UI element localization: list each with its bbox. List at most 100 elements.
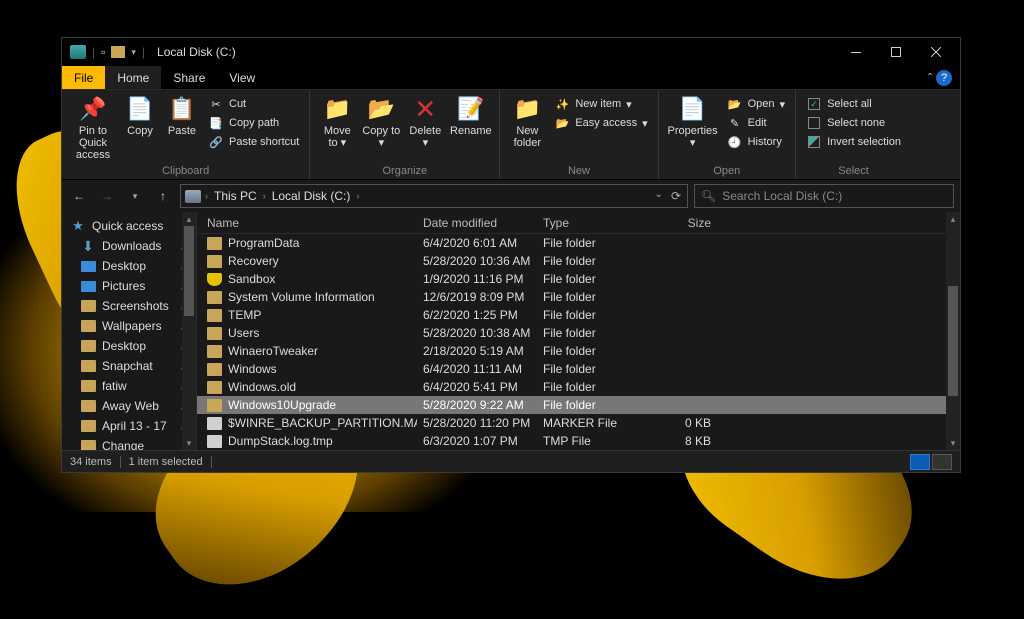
breadcrumb-this-pc[interactable]: This PC — [212, 189, 259, 203]
sidebar-item[interactable]: Wallpapers📍 — [62, 316, 196, 336]
new-folder-button[interactable]: 📁New folder — [506, 93, 548, 151]
easy-access-button[interactable]: 📂Easy access ▾ — [550, 114, 651, 132]
file-date: 12/6/2019 8:09 PM — [417, 290, 537, 304]
table-row[interactable]: ProgramData6/4/2020 6:01 AMFile folder — [197, 234, 960, 252]
refresh-icon[interactable]: ⟳ — [671, 189, 681, 203]
file-date: 5/28/2020 10:38 AM — [417, 326, 537, 340]
paste-shortcut-button[interactable]: 🔗Paste shortcut — [204, 133, 303, 151]
file-name: Recovery — [228, 254, 279, 268]
column-headers[interactable]: Name Date modified Type Size — [197, 212, 960, 234]
delete-button[interactable]: ✕Delete ▾ — [404, 93, 446, 151]
file-list[interactable]: ProgramData6/4/2020 6:01 AMFile folderRe… — [197, 234, 960, 450]
navigation-pane[interactable]: ★ Quick access ⬇Downloads📍Desktop📍Pictur… — [62, 212, 197, 450]
sidebar-quick-access[interactable]: ★ Quick access — [62, 216, 196, 236]
cut-button[interactable]: ✂Cut — [204, 95, 303, 113]
select-none-icon — [806, 115, 822, 131]
tab-file[interactable]: File — [62, 66, 105, 89]
select-all-button[interactable]: Select all — [802, 95, 905, 113]
sidebar-item[interactable]: Pictures📍 — [62, 276, 196, 296]
sidebar-item[interactable]: Change — [62, 436, 196, 450]
table-row[interactable]: Windows6/4/2020 11:11 AMFile folder — [197, 360, 960, 378]
details-view-button[interactable] — [910, 454, 930, 470]
ribbon-collapse-icon[interactable]: ˆ — [928, 71, 932, 85]
up-button[interactable]: ↑ — [152, 185, 174, 207]
table-row[interactable]: DumpStack.log.tmp6/3/2020 1:07 PMTMP Fil… — [197, 432, 960, 450]
minimize-button[interactable] — [836, 38, 876, 66]
column-date[interactable]: Date modified — [417, 216, 537, 230]
sidebar-item[interactable]: Desktop📍 — [62, 336, 196, 356]
recent-dropdown[interactable]: ▾ — [124, 185, 146, 207]
table-row[interactable]: Users5/28/2020 10:38 AMFile folder — [197, 324, 960, 342]
file-icon — [207, 435, 222, 448]
table-row[interactable]: System Volume Information12/6/2019 8:09 … — [197, 288, 960, 306]
table-row[interactable]: Windows.old6/4/2020 5:41 PMFile folder — [197, 378, 960, 396]
tab-home[interactable]: Home — [105, 66, 161, 89]
close-button[interactable] — [916, 38, 956, 66]
scrollbar-thumb[interactable] — [184, 226, 194, 316]
chevron-right-icon[interactable]: › — [205, 191, 208, 201]
copy-button[interactable]: 📄Copy — [120, 93, 160, 139]
file-date: 6/4/2020 11:11 AM — [417, 362, 537, 376]
forward-button[interactable]: → — [96, 185, 118, 207]
help-icon[interactable]: ? — [936, 70, 952, 86]
file-size: 8 KB — [637, 434, 717, 448]
maximize-button[interactable] — [876, 38, 916, 66]
file-name: $WINRE_BACKUP_PARTITION.MARKER — [228, 416, 417, 430]
tab-share[interactable]: Share — [161, 66, 217, 89]
chevron-right-icon[interactable]: › — [263, 191, 266, 201]
sidebar-item[interactable]: Desktop📍 — [62, 256, 196, 276]
move-to-button[interactable]: 📁Move to ▾ — [316, 93, 358, 151]
paste-button[interactable]: 📋Paste — [162, 93, 202, 139]
table-row[interactable]: WinaeroTweaker2/18/2020 5:19 AMFile fold… — [197, 342, 960, 360]
qat-dropdown-icon[interactable]: ▾ — [131, 47, 136, 58]
column-name[interactable]: Name — [197, 216, 417, 230]
back-button[interactable]: ← — [68, 185, 90, 207]
breadcrumb-local-disk[interactable]: Local Disk (C:) — [270, 189, 353, 203]
chevron-right-icon[interactable]: › — [356, 191, 359, 201]
scroll-up-icon[interactable]: ▴ — [946, 212, 960, 226]
address-dropdown-icon[interactable]: ⌄ — [655, 189, 663, 203]
table-row[interactable]: Recovery5/28/2020 10:36 AMFile folder — [197, 252, 960, 270]
invert-icon — [806, 134, 822, 150]
tab-view[interactable]: View — [217, 66, 267, 89]
qat-newfolder-icon[interactable] — [111, 46, 125, 58]
column-type[interactable]: Type — [537, 216, 637, 230]
download-icon: ⬇ — [80, 238, 96, 254]
invert-selection-button[interactable]: Invert selection — [802, 133, 905, 151]
open-button[interactable]: 📂Open ▾ — [723, 95, 789, 113]
table-row[interactable]: $WINRE_BACKUP_PARTITION.MARKER5/28/2020 … — [197, 414, 960, 432]
table-row[interactable]: TEMP6/2/2020 1:25 PMFile folder — [197, 306, 960, 324]
file-type: File folder — [537, 398, 637, 412]
pin-quick-access-button[interactable]: 📌Pin to Quick access — [68, 93, 118, 163]
scroll-down-icon[interactable]: ▾ — [182, 436, 196, 450]
history-button[interactable]: 🕘History — [723, 133, 789, 151]
scroll-up-icon[interactable]: ▴ — [182, 212, 196, 226]
thumbnails-view-button[interactable] — [932, 454, 952, 470]
edit-button[interactable]: ✎Edit — [723, 114, 789, 132]
scroll-down-icon[interactable]: ▾ — [946, 436, 960, 450]
sidebar-item[interactable]: Screenshots📍 — [62, 296, 196, 316]
copy-to-button[interactable]: 📂Copy to ▾ — [360, 93, 402, 151]
scrollbar-thumb[interactable] — [948, 286, 958, 396]
sidebar-item[interactable]: April 13 - 17📍 — [62, 416, 196, 436]
sidebar-item-label: Screenshots — [102, 299, 169, 313]
copy-path-button[interactable]: 📑Copy path — [204, 114, 303, 132]
qat-properties-icon[interactable]: ▫ — [101, 45, 105, 59]
table-row[interactable]: Windows10Upgrade5/28/2020 9:22 AMFile fo… — [197, 396, 960, 414]
main-scrollbar[interactable]: ▴ ▾ — [946, 212, 960, 450]
column-size[interactable]: Size — [637, 216, 717, 230]
new-item-button[interactable]: ✨New item ▾ — [550, 95, 651, 113]
search-input[interactable]: 🔍︎ Search Local Disk (C:) — [694, 184, 954, 208]
table-row[interactable]: Sandbox1/9/2020 11:16 PMFile folder — [197, 270, 960, 288]
file-type: File folder — [537, 290, 637, 304]
sidebar-scrollbar[interactable]: ▴ ▾ — [182, 212, 196, 450]
sidebar-item[interactable]: ⬇Downloads📍 — [62, 236, 196, 256]
properties-button[interactable]: 📄Properties ▾ — [665, 93, 721, 151]
sidebar-item[interactable]: Away Web📍 — [62, 396, 196, 416]
address-bar[interactable]: › This PC › Local Disk (C:) › ⌄ ⟳ — [180, 184, 688, 208]
select-none-button[interactable]: Select none — [802, 114, 905, 132]
titlebar[interactable]: | ▫ ▾ | Local Disk (C:) — [62, 38, 960, 66]
rename-button[interactable]: 📝Rename — [448, 93, 493, 139]
sidebar-item[interactable]: Snapchat📍 — [62, 356, 196, 376]
sidebar-item[interactable]: fatiw📍 — [62, 376, 196, 396]
